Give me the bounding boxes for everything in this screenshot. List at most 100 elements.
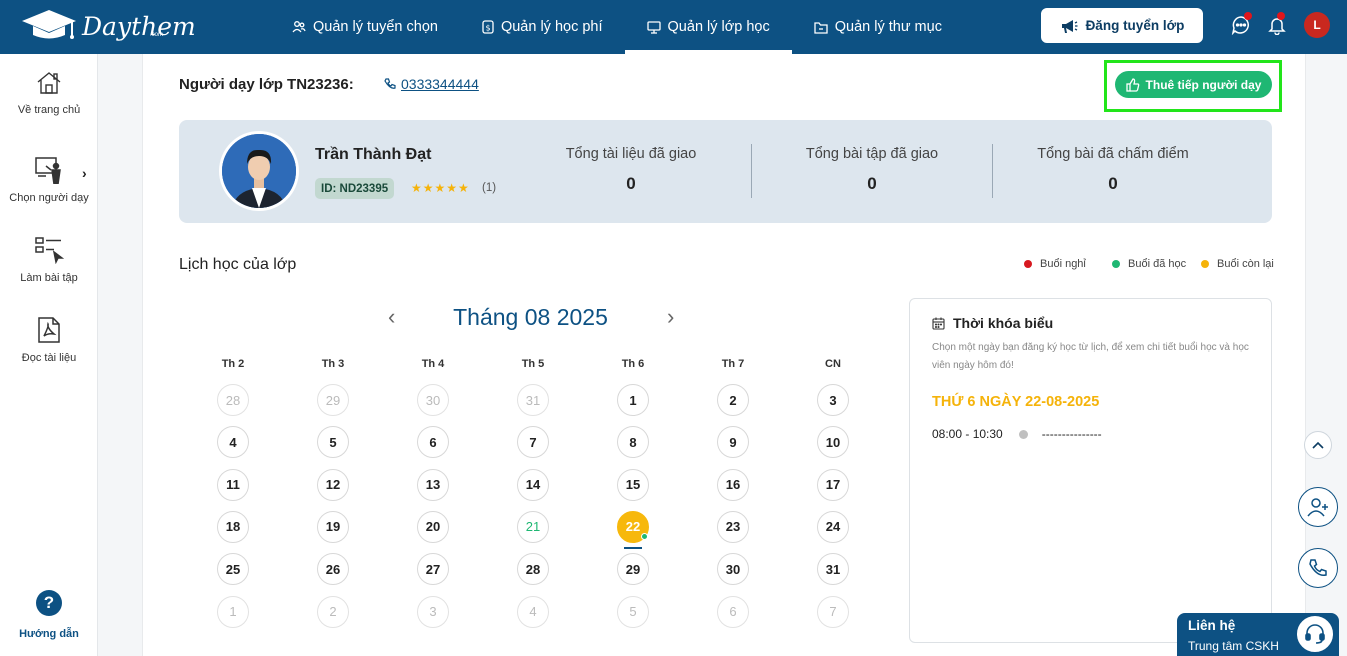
calendar-day[interactable]: 20 xyxy=(417,510,449,543)
next-month-button[interactable]: › xyxy=(667,304,674,330)
prev-month-button[interactable]: ‹ xyxy=(388,304,395,330)
call-button[interactable] xyxy=(1298,548,1338,588)
calendar-day[interactable]: 12 xyxy=(317,468,349,501)
calendar-day[interactable]: 27 xyxy=(417,553,449,586)
timetable-title-row: Thời khóa biểu xyxy=(932,315,1053,331)
phone-icon xyxy=(384,78,396,89)
calendar-day[interactable]: 31 xyxy=(817,553,849,586)
calendar-day[interactable]: 19 xyxy=(317,510,349,543)
calendar-day[interactable]: 25 xyxy=(217,553,249,586)
user-avatar[interactable]: L xyxy=(1304,12,1330,38)
calendar-day[interactable]: 9 xyxy=(717,426,749,459)
hire-again-button[interactable]: Thuê tiếp người dạy xyxy=(1115,71,1272,98)
calendar-day[interactable]: 5 xyxy=(317,426,349,459)
calendar-day[interactable]: 1 xyxy=(217,595,249,628)
calendar-day[interactable]: 30 xyxy=(417,384,449,416)
weekday-header: Th 6 xyxy=(621,358,645,370)
calendar-day[interactable]: 3 xyxy=(817,384,849,416)
calendar-day[interactable]: 28 xyxy=(217,384,249,416)
calendar-day[interactable]: 18 xyxy=(217,510,249,543)
scroll-top-button[interactable] xyxy=(1304,431,1332,459)
calendar-day[interactable]: 17 xyxy=(817,468,849,501)
stat-label: Tổng bài đã chấm điểm xyxy=(1037,146,1189,162)
sidebar-item-label: Đọc tài liệu xyxy=(21,352,77,364)
calendar-day[interactable]: 8 xyxy=(617,426,649,459)
add-user-button[interactable] xyxy=(1298,487,1338,527)
teacher-phone-link[interactable]: 0333344444 xyxy=(384,76,479,92)
calendar-day[interactable]: 28 xyxy=(517,553,549,586)
calendar-day[interactable]: 1 xyxy=(617,384,649,416)
rating-stars: ★★★★★ xyxy=(411,181,470,195)
calendar-day[interactable]: 11 xyxy=(217,468,249,501)
teacher-name: Trần Thành Đạt xyxy=(315,146,432,163)
session-done-dot xyxy=(641,532,648,540)
calendar-day[interactable]: 3 xyxy=(417,595,449,628)
folder-icon xyxy=(814,21,828,34)
sidebar-item-home[interactable]: Về trang chủ xyxy=(0,70,98,116)
logo-text: Daythem xyxy=(82,11,196,41)
contact-subtitle: Trung tâm CSKH xyxy=(1188,639,1279,653)
calendar-day[interactable]: 4 xyxy=(517,595,549,628)
calendar-day[interactable]: 7 xyxy=(817,595,849,628)
timetable-panel: Thời khóa biểu Chọn một ngày bạn đăng ký… xyxy=(909,298,1272,643)
sidebar-item-label: Làm bài tập xyxy=(20,272,78,284)
calendar-day[interactable]: 30 xyxy=(717,553,749,586)
nav-label: Quản lý tuyển chọn xyxy=(313,19,438,35)
calendar-day[interactable]: 2 xyxy=(317,595,349,628)
contact-support-widget[interactable]: Liên hệ Trung tâm CSKH xyxy=(1177,613,1339,656)
post-class-button[interactable]: Đăng tuyển lớp xyxy=(1041,8,1203,43)
calendar-day[interactable]: 21 xyxy=(517,510,549,543)
rating-count: (1) xyxy=(482,182,497,194)
post-class-label: Đăng tuyển lớp xyxy=(1085,18,1185,33)
nav-fees[interactable]: $ Quản lý học phí xyxy=(460,0,625,54)
weekday-header: CN xyxy=(825,358,841,370)
calendar-day[interactable]: 14 xyxy=(517,468,549,501)
calendar-day[interactable]: 16 xyxy=(717,468,749,501)
legend-label: Buổi nghỉ xyxy=(1040,258,1086,270)
legend-done: Buổi đã học xyxy=(1112,258,1186,270)
stat-value: 0 xyxy=(626,174,636,193)
stat-graded: Tổng bài đã chấm điểm 0 xyxy=(1023,146,1203,194)
slot-time: 08:00 - 10:30 xyxy=(932,427,1003,441)
weekday-header: Th 5 xyxy=(521,358,545,370)
main-nav: Quản lý tuyển chọn $ Quản lý học phí Quả… xyxy=(270,0,964,54)
classroom-icon xyxy=(646,21,661,34)
chevron-right-icon[interactable]: › xyxy=(82,165,87,181)
weekday-header: Th 2 xyxy=(221,358,245,370)
calendar-day[interactable]: 26 xyxy=(317,553,349,586)
calendar-month-title: Tháng 08 2025 xyxy=(453,304,608,330)
calendar-day[interactable]: 15 xyxy=(617,468,649,501)
chat-badge xyxy=(1244,12,1252,20)
nav-classes[interactable]: Quản lý lớp học xyxy=(624,0,792,54)
calendar-day[interactable]: 29 xyxy=(617,553,649,586)
calendar-day[interactable]: 29 xyxy=(317,384,349,416)
calendar-day[interactable]: 5 xyxy=(617,595,649,628)
logo[interactable]: Daythem xyxy=(20,8,196,44)
timetable-slot: 08:00 - 10:30 --------------- xyxy=(932,427,1102,441)
calendar-day[interactable]: 10 xyxy=(817,426,849,459)
sidebar-item-label: Chọn người dạy xyxy=(9,192,89,204)
calendar-day[interactable]: 7 xyxy=(517,426,549,459)
calendar-day[interactable]: 31 xyxy=(517,384,549,416)
help-button[interactable]: ? Hướng dẫn xyxy=(0,590,98,642)
help-label: Hướng dẫn xyxy=(19,628,79,640)
contact-title: Liên hệ xyxy=(1188,618,1236,633)
calendar-day[interactable]: 6 xyxy=(417,426,449,459)
calendar-day[interactable]: 2 xyxy=(717,384,749,416)
sidebar-item-documents[interactable]: Đọc tài liệu xyxy=(0,316,98,364)
stat-documents: Tổng tài liệu đã giao 0 xyxy=(541,146,721,194)
nav-folders[interactable]: Quản lý thư mục xyxy=(792,0,964,54)
calendar-day[interactable]: 4 xyxy=(217,426,249,459)
calendar-day[interactable]: 13 xyxy=(417,468,449,501)
nav-recruitment[interactable]: Quản lý tuyển chọn xyxy=(270,0,460,54)
calendar-day[interactable]: 6 xyxy=(717,595,749,628)
calendar-day[interactable]: 24 xyxy=(817,510,849,543)
svg-text:$: $ xyxy=(485,24,490,33)
divider xyxy=(751,144,752,198)
sidebar-item-homework[interactable]: Làm bài tập xyxy=(0,236,98,284)
home-icon xyxy=(37,72,61,94)
divider xyxy=(992,144,993,198)
calendar-day[interactable]: 23 xyxy=(717,510,749,543)
stat-value: 0 xyxy=(1108,174,1118,193)
top-navbar: Daythem .com Quản lý tuyển chọn $ Quản l… xyxy=(0,0,1347,54)
